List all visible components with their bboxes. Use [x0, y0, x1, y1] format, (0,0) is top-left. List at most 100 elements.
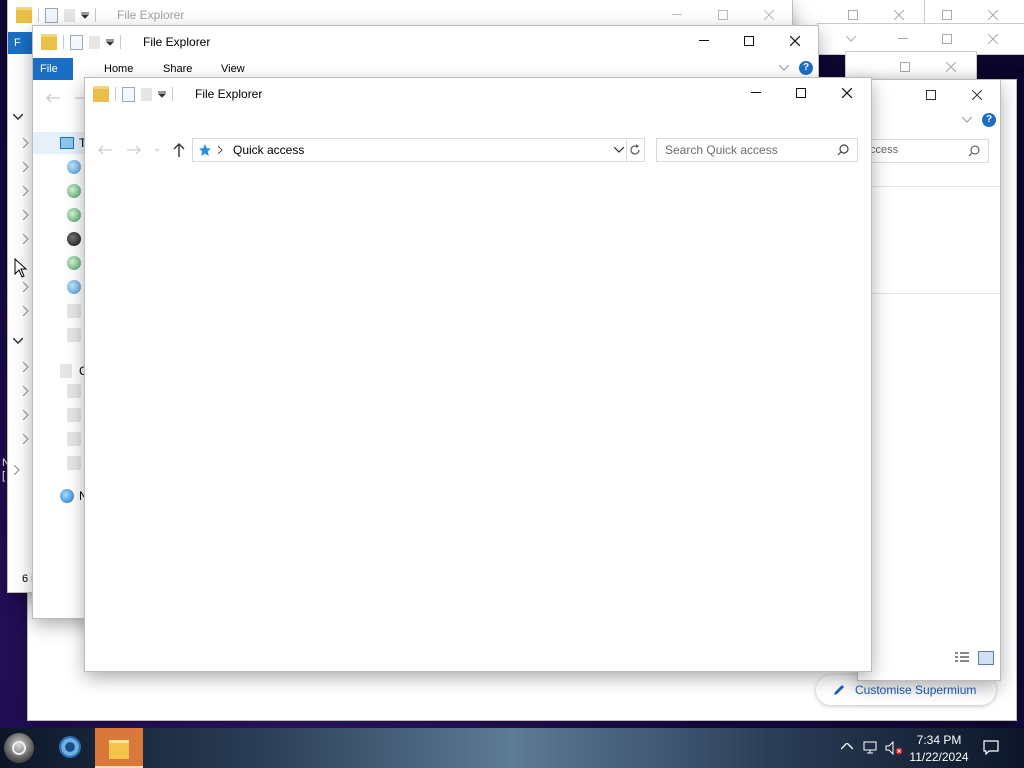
chevron-right-icon[interactable] — [23, 162, 29, 172]
maximize-button[interactable] — [726, 26, 772, 56]
close-button[interactable] — [772, 26, 818, 56]
new-folder-icon[interactable] — [141, 87, 152, 101]
taskbar-browser-button[interactable] — [48, 728, 92, 768]
folder-icon[interactable] — [67, 408, 81, 422]
notifications-icon[interactable] — [983, 740, 999, 755]
drive-icon[interactable] — [67, 232, 81, 246]
view-tiles-icon[interactable] — [978, 651, 994, 665]
forward-arrow-icon[interactable] — [127, 145, 141, 155]
drive-icon[interactable] — [67, 280, 81, 294]
maximize-button[interactable] — [908, 80, 954, 110]
status-text: 6 i — [22, 573, 34, 585]
search-placeholder: Search Quick access — [665, 143, 778, 157]
address-dropdown-icon[interactable] — [614, 147, 624, 153]
search-field[interactable]: ccess — [858, 139, 989, 163]
mouse-pointer-icon — [14, 258, 28, 278]
forward-arrow-icon[interactable] — [75, 93, 85, 103]
drive-icon[interactable] — [67, 160, 81, 174]
back-arrow-icon[interactable] — [98, 145, 112, 155]
chevron-right-icon[interactable] — [23, 234, 29, 244]
refresh-button[interactable] — [626, 138, 645, 162]
help-icon[interactable]: ? — [799, 61, 813, 75]
view-details-icon[interactable] — [954, 651, 970, 663]
folder-icon — [109, 740, 129, 759]
customize-toolbar-icon[interactable] — [158, 90, 166, 98]
chevron-up-icon[interactable] — [841, 743, 853, 750]
chevron-right-icon[interactable] — [23, 210, 29, 220]
network-icon[interactable] — [863, 741, 879, 755]
tree-item-network[interactable]: N — [60, 486, 88, 508]
search-placeholder-partial: ccess — [870, 144, 899, 156]
maximize-button[interactable] — [924, 24, 970, 54]
folder-icon[interactable] — [67, 384, 81, 398]
tree-item-this-pc[interactable]: T — [33, 132, 86, 154]
folder-icon[interactable] — [67, 456, 81, 470]
title-bar[interactable]: File Explorer — [33, 26, 818, 56]
chevron-down-icon[interactable] — [13, 114, 23, 120]
chevron-right-icon[interactable] — [23, 186, 29, 196]
customize-toolbar-icon[interactable] — [106, 38, 114, 46]
minimize-button[interactable] — [880, 24, 926, 54]
pencil-icon — [834, 685, 844, 695]
minimize-button[interactable] — [733, 78, 779, 108]
chevron-right-icon[interactable] — [23, 362, 29, 372]
taskbar: 7:34 PM 11/22/2024 — [0, 728, 1024, 768]
recent-locations-icon[interactable] — [154, 149, 160, 153]
chevron-right-icon[interactable] — [23, 138, 29, 148]
chevron-down-icon[interactable] — [828, 24, 874, 54]
close-button[interactable] — [824, 78, 870, 108]
taskbar-explorer-button[interactable] — [95, 728, 143, 768]
close-button[interactable] — [928, 52, 974, 82]
chevron-right-icon[interactable] — [23, 282, 29, 292]
network-icon — [60, 489, 74, 503]
new-folder-icon[interactable] — [64, 8, 75, 22]
chevron-right-icon[interactable] — [23, 306, 29, 316]
content-area[interactable] — [85, 168, 871, 671]
chevron-right-icon[interactable] — [218, 146, 223, 154]
chevron-right-icon[interactable] — [14, 465, 20, 475]
tab-share[interactable]: Share — [155, 58, 200, 80]
maximize-button[interactable] — [882, 52, 928, 82]
drive-icon[interactable] — [67, 208, 81, 222]
clock[interactable]: 7:34 PM 11/22/2024 — [906, 731, 972, 765]
chevron-right-icon[interactable] — [23, 386, 29, 396]
stacked-window-2[interactable] — [818, 24, 1024, 54]
tree-item-c[interactable]: C — [60, 361, 88, 383]
customize-toolbar-icon[interactable] — [81, 11, 89, 19]
folder-icon[interactable] — [67, 328, 81, 342]
properties-icon[interactable] — [45, 7, 58, 23]
title-bar[interactable]: File Explorer — [85, 78, 871, 108]
new-folder-icon[interactable] — [89, 35, 100, 49]
minimize-button[interactable] — [681, 26, 727, 56]
tab-file[interactable]: File — [33, 58, 73, 80]
chevron-right-icon[interactable] — [23, 410, 29, 420]
chevron-down-icon[interactable] — [779, 65, 789, 71]
folder-icon[interactable] — [67, 432, 81, 446]
chevron-right-icon[interactable] — [23, 434, 29, 444]
address-bar[interactable]: Quick access — [192, 138, 627, 162]
chevron-down-icon[interactable] — [962, 117, 972, 123]
explorer-window-right[interactable]: ? ccess — [858, 80, 1000, 680]
properties-icon[interactable] — [122, 86, 135, 102]
drive-icon[interactable] — [67, 184, 81, 198]
ribbon-bar: File Home Share View ? — [33, 56, 818, 80]
search-icon[interactable] — [837, 144, 849, 156]
tree-chevrons — [14, 134, 32, 484]
close-button[interactable] — [970, 24, 1016, 54]
maximize-button[interactable] — [778, 78, 824, 108]
drive-icon[interactable] — [67, 256, 81, 270]
search-field[interactable]: Search Quick access — [656, 138, 858, 162]
properties-icon[interactable] — [70, 34, 83, 50]
tab-view[interactable]: View — [213, 58, 253, 80]
help-icon[interactable]: ? — [982, 113, 996, 127]
back-arrow-icon[interactable] — [46, 93, 60, 103]
explorer-window-front[interactable]: File Explorer Quick access Search Quick … — [85, 78, 871, 671]
search-icon[interactable] — [968, 145, 980, 157]
start-button[interactable] — [4, 733, 34, 763]
quick-access-star-icon — [199, 144, 211, 156]
volume-muted-icon[interactable] — [885, 741, 903, 755]
close-button[interactable] — [954, 80, 1000, 110]
up-arrow-icon[interactable] — [173, 143, 185, 157]
tab-home[interactable]: Home — [96, 58, 141, 80]
folder-icon[interactable] — [67, 304, 81, 318]
